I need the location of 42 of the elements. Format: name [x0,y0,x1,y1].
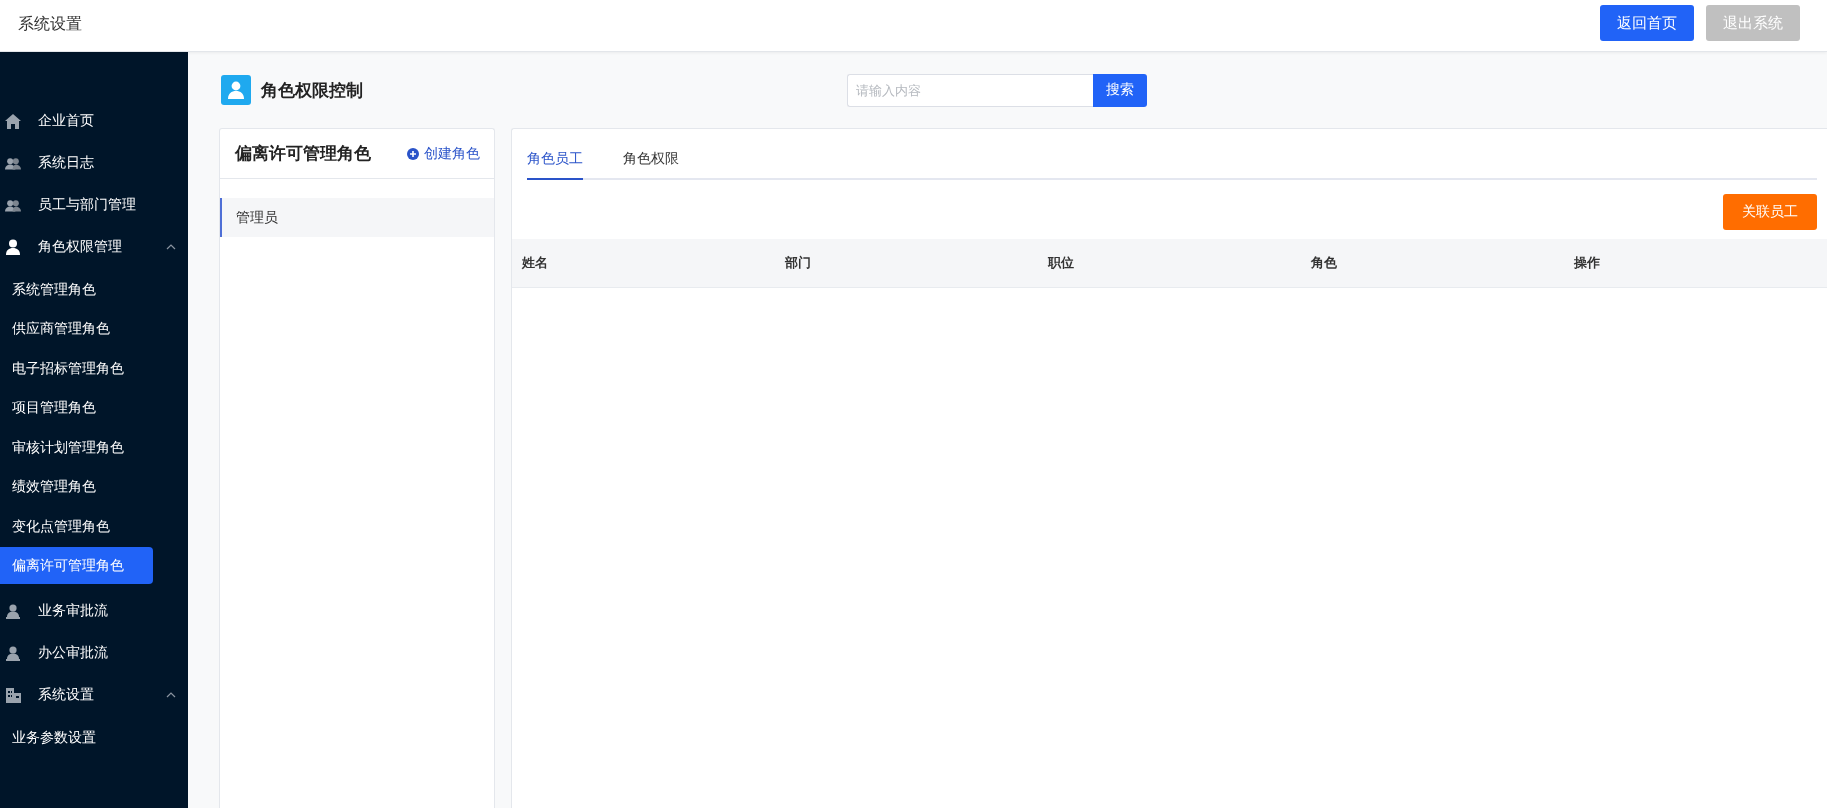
nav-subitem[interactable]: 偏离许可管理角色 [0,547,153,584]
nav-subitem[interactable]: 项目管理角色 [0,389,153,426]
tab[interactable]: 角色权限 [623,150,679,180]
nav-item[interactable]: 业务审批流 [0,590,188,632]
nav-subitem[interactable]: 电子招标管理角色 [0,349,153,387]
nav-item[interactable]: 系统日志 [0,142,188,184]
user-icon [6,645,20,661]
user-icon [6,239,20,255]
column-header: 部门 [784,254,812,272]
column-header: 角色 [1310,254,1338,272]
building-icon [5,687,21,703]
tab[interactable]: 角色员工 [527,150,583,180]
nav-item[interactable]: 企业首页 [0,100,188,142]
nav-subitem[interactable]: 变化点管理角色 [0,507,153,545]
nav-item[interactable]: 办公审批流 [0,632,188,674]
home-icon [5,113,21,129]
users-icon [5,198,21,212]
nav-subitem[interactable]: 供应商管理角色 [0,310,153,347]
column-header: 职位 [1047,254,1075,272]
nav-item[interactable]: 角色权限管理 [0,226,188,268]
user-icon [221,75,251,105]
panel-title: 偏离许可管理角色 [235,143,371,165]
nav-subitem[interactable]: 绩效管理角色 [0,468,153,505]
page-title: 角色权限控制 [261,79,363,102]
nav-item[interactable]: 员工与部门管理 [0,184,188,226]
nav-subitem[interactable]: 业务参数设置 [0,718,153,756]
chevron-icon [166,692,176,698]
app-title: 系统设置 [18,14,82,34]
plus-circle-icon [407,147,419,160]
role-item[interactable]: 管理员 [220,198,494,237]
nav-item[interactable]: 系统设置 [0,674,188,716]
chevron-icon [166,244,176,250]
search-button[interactable]: 搜索 [1093,73,1147,107]
column-header: 操作 [1573,254,1601,272]
home-button[interactable]: 返回首页 [1600,5,1694,41]
search-field[interactable]: 请输入内容 [847,73,1093,107]
create-role-link[interactable]: 创建角色 [407,144,480,163]
nav-subitem[interactable]: 审核计划管理角色 [0,428,153,466]
user-icon [6,603,20,619]
column-header: 姓名 [521,254,549,272]
users-icon [5,156,21,170]
nav-subitem[interactable]: 系统管理角色 [0,270,153,308]
